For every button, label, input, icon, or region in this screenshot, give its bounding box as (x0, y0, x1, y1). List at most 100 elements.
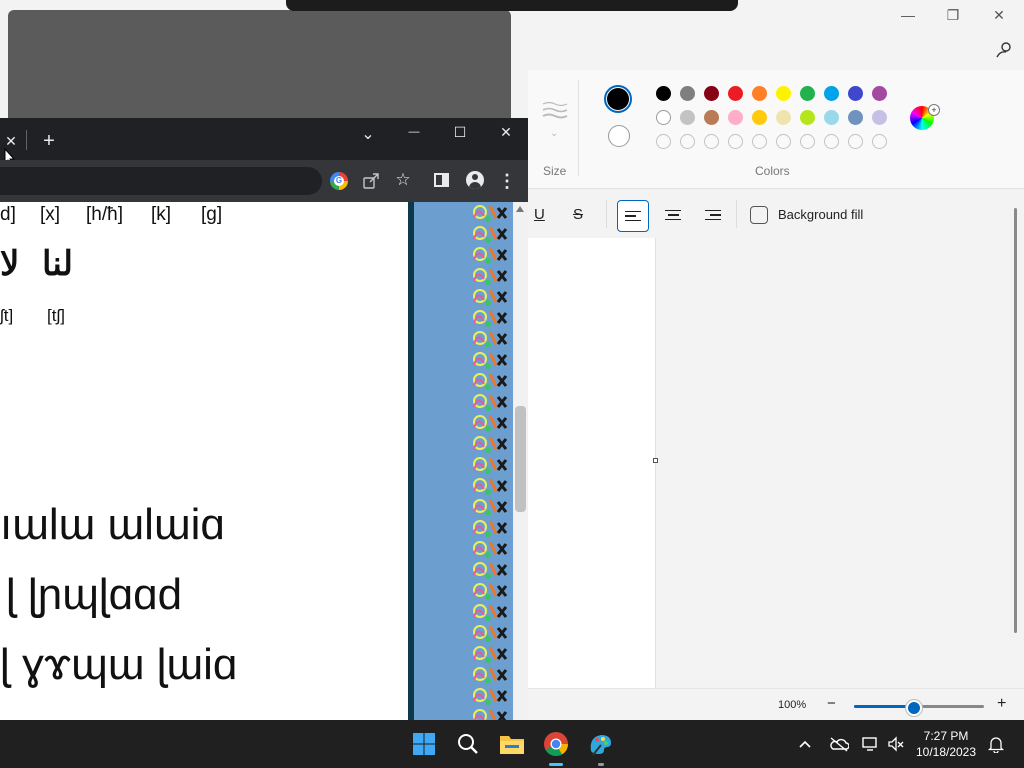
windows-start-icon[interactable] (408, 728, 440, 760)
paint-maximize-button[interactable]: ❐ (930, 0, 976, 30)
new-tab-button[interactable]: + (38, 130, 60, 152)
paint-minimize-button[interactable]: — (885, 0, 931, 30)
custom-color-slot[interactable] (776, 134, 791, 149)
tab-search-button[interactable]: ⌄ (356, 122, 380, 146)
share-icon[interactable] (362, 172, 380, 195)
paint-ribbon: ⌄ Size + Colors (528, 70, 1024, 189)
color-swatch[interactable] (704, 86, 719, 101)
chevron-down-icon: ⌄ (550, 128, 559, 139)
color-swatch[interactable] (752, 110, 767, 125)
color-swatch[interactable] (776, 86, 791, 101)
color-swatch[interactable] (848, 110, 863, 125)
primary-color-button[interactable] (604, 85, 632, 113)
script-glyph: ﻟﺎ (0, 245, 20, 283)
notification-bell-icon[interactable] (987, 736, 1005, 758)
color-swatch[interactable] (824, 86, 839, 101)
paint-status-bar: 100% − + (528, 688, 1024, 721)
color-swatch[interactable] (848, 86, 863, 101)
strikethrough-button[interactable]: S (573, 206, 583, 223)
align-right-button[interactable] (698, 200, 728, 230)
zoom-slider-thumb[interactable] (905, 700, 922, 716)
size-label: Size (543, 164, 567, 178)
scroll-up-arrow-icon[interactable] (516, 206, 524, 212)
paint-icon[interactable] (584, 728, 616, 760)
scrollbar-thumb[interactable] (515, 406, 526, 512)
custom-color-slot[interactable] (752, 134, 767, 149)
side-panel-icon[interactable] (434, 173, 449, 187)
vertical-scrollbar[interactable] (1014, 208, 1017, 633)
background-fill-checkbox[interactable] (750, 206, 768, 224)
color-swatch[interactable] (680, 86, 695, 101)
search-icon[interactable] (452, 728, 484, 760)
zoom-in-button[interactable]: + (997, 695, 1006, 713)
color-swatch[interactable] (800, 110, 815, 125)
chrome-menu-icon[interactable]: ⋮ (498, 170, 516, 192)
custom-color-slot[interactable] (680, 134, 695, 149)
google-lens-icon[interactable]: G (330, 172, 348, 190)
secondary-color-button[interactable] (608, 125, 630, 147)
active-app-indicator (549, 763, 563, 766)
color-swatch[interactable] (728, 110, 743, 125)
script-glyph: ﻟﻨﺎ (42, 245, 73, 283)
custom-color-slot[interactable] (800, 134, 815, 149)
color-swatch[interactable] (872, 110, 887, 125)
zoom-slider[interactable] (854, 700, 984, 716)
color-swatch[interactable] (704, 110, 719, 125)
bookmark-star-icon[interactable]: ☆ (393, 170, 413, 190)
onedrive-icon[interactable] (829, 736, 850, 757)
color-swatch[interactable] (728, 86, 743, 101)
brush-size-icon[interactable] (542, 100, 568, 127)
custom-color-slot[interactable] (848, 134, 863, 149)
custom-color-slot[interactable] (824, 134, 839, 149)
drawing-canvas[interactable] (528, 238, 656, 688)
color-swatch[interactable] (776, 110, 791, 125)
custom-color-slot[interactable] (656, 134, 671, 149)
snap-bar (286, 0, 738, 11)
profile-avatar-icon[interactable] (466, 171, 484, 189)
background-window (8, 10, 511, 130)
align-center-button[interactable] (658, 200, 688, 230)
ipa-label: ʃt] (0, 306, 14, 325)
custom-color-slot[interactable] (872, 134, 887, 149)
color-swatch[interactable] (824, 110, 839, 125)
paint-close-button[interactable]: ✕ (976, 0, 1022, 30)
toolbar-divider (606, 200, 607, 228)
underline-button[interactable]: U (534, 206, 545, 223)
color-swatch[interactable] (800, 86, 815, 101)
ipa-label: [g] (201, 204, 223, 225)
toolbar-divider (736, 200, 737, 228)
script-text-line: ɭ ɣɤɰɯ ɭɯiɑ (0, 640, 238, 689)
canvas-resize-handle[interactable] (653, 458, 658, 463)
add-color-icon: + (928, 104, 940, 116)
color-swatch[interactable] (656, 86, 671, 101)
zoom-out-button[interactable]: − (827, 695, 836, 712)
color-swatch[interactable] (872, 86, 887, 101)
clock-date[interactable]: 10/18/2023 (913, 745, 979, 759)
chrome-minimize-button[interactable]: — (402, 120, 426, 144)
zoom-percent: 100% (778, 699, 807, 711)
ipa-label: d] (0, 204, 16, 225)
ipa-label: [tʃ] (47, 306, 65, 325)
text-formatting-toolbar: U S Background fill (528, 196, 1024, 234)
color-swatch[interactable] (752, 86, 767, 101)
ribbon-divider (578, 80, 579, 176)
custom-color-slot[interactable] (728, 134, 743, 149)
file-explorer-icon[interactable] (496, 728, 528, 760)
page-scrollbar[interactable] (513, 202, 528, 720)
decorative-pattern-strip (408, 202, 513, 720)
network-icon[interactable] (861, 736, 879, 757)
custom-color-slot[interactable] (704, 134, 719, 149)
chrome-icon[interactable] (540, 728, 572, 760)
colors-label: Colors (755, 164, 790, 178)
copilot-icon[interactable] (994, 40, 1014, 60)
color-swatch[interactable] (680, 110, 695, 125)
volume-muted-icon[interactable] (887, 736, 905, 757)
show-hidden-icons-chevron-up-icon[interactable] (798, 736, 812, 752)
ipa-label: [h/ħ] (86, 204, 123, 225)
chrome-maximize-button[interactable]: ☐ (448, 120, 472, 144)
address-bar[interactable] (0, 167, 322, 195)
chrome-close-button[interactable]: ✕ (494, 120, 518, 144)
color-swatch[interactable] (656, 110, 671, 125)
align-left-button[interactable] (617, 200, 649, 232)
clock-time[interactable]: 7:27 PM (913, 729, 979, 743)
